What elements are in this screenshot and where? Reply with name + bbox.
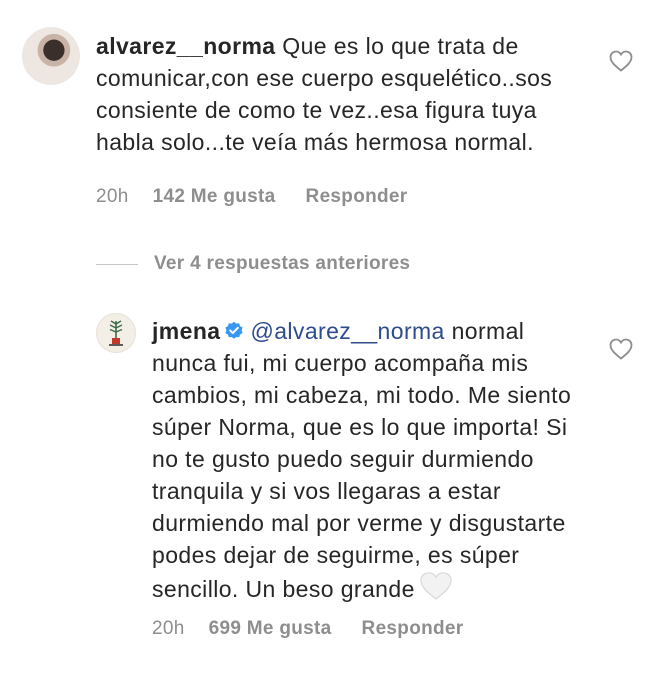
- comment-username[interactable]: alvarez__norma: [96, 33, 275, 59]
- view-replies-label: Ver 4 respuestas anteriores: [154, 253, 411, 274]
- comment-body: alvarez__norma Que es lo que trata de co…: [96, 30, 596, 158]
- profile-avatar[interactable]: [96, 313, 136, 353]
- view-replies-button[interactable]: Ver 4 respuestas anteriores: [96, 253, 410, 275]
- reply-button[interactable]: Responder: [306, 186, 408, 208]
- verified-badge-icon: [225, 321, 244, 339]
- plant-logo-icon: [109, 320, 123, 346]
- profile-avatar[interactable]: [22, 27, 80, 85]
- divider-line: [96, 263, 138, 265]
- white-heart-emoji: [420, 572, 452, 600]
- heart-outline-icon[interactable]: [609, 50, 633, 72]
- reply-button[interactable]: Responder: [362, 618, 464, 640]
- heart-outline-icon[interactable]: [609, 338, 633, 360]
- comment-meta: 20h 699 Me gusta Responder: [152, 618, 464, 640]
- comment-meta: 20h 142 Me gusta Responder: [96, 186, 408, 208]
- comment-time: 20h: [96, 186, 129, 207]
- mention-link[interactable]: @alvarez__norma: [250, 318, 444, 344]
- comment-likes[interactable]: 699 Me gusta: [209, 618, 332, 640]
- comment-text: normal nunca fui, mi cuerpo acompaña mis…: [152, 318, 572, 602]
- comment-username[interactable]: jmena: [152, 318, 220, 344]
- comment-body: jmena @alvarez__norma normal nunca fui, …: [152, 315, 592, 605]
- comment-likes[interactable]: 142 Me gusta: [153, 186, 276, 208]
- comment-time: 20h: [152, 618, 185, 639]
